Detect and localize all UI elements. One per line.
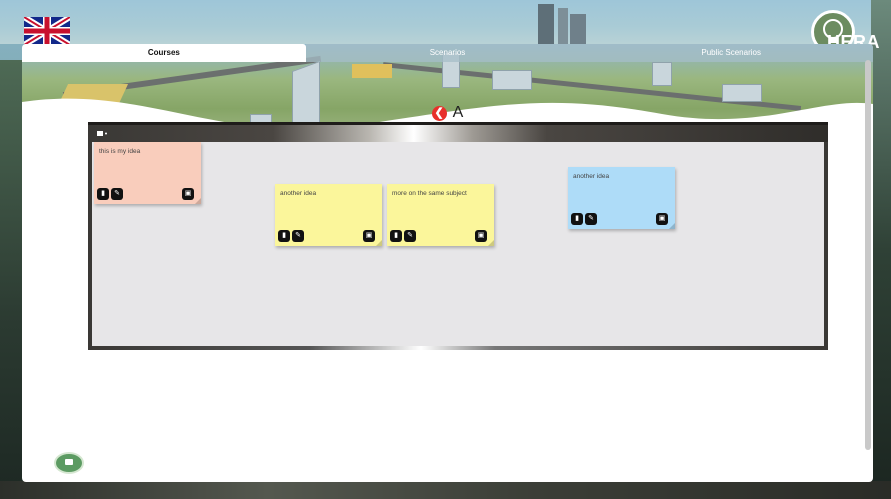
background-bottom — [0, 481, 891, 499]
background-tower — [570, 14, 586, 44]
uk-flag-icon[interactable] — [24, 17, 70, 45]
sticky-note[interactable]: another idea ▮ ✎ ▣ — [568, 167, 675, 229]
note-text: more on the same subject — [392, 190, 467, 197]
background-tower — [538, 4, 554, 44]
title-row: ❮ A — [22, 102, 873, 124]
background-right — [871, 0, 891, 499]
background-tower — [558, 8, 568, 44]
background-sky — [0, 0, 891, 44]
idea-board: this is my idea ▮ ✎ ▣ another idea ▮ ✎ ▣… — [88, 122, 828, 350]
tab-bar: Courses Scenarios Public Scenarios — [22, 44, 873, 62]
sticky-note[interactable]: more on the same subject ▮ ✎ ▣ — [387, 184, 494, 246]
delete-icon[interactable]: ▮ — [97, 188, 109, 200]
arrow-left-circle-icon[interactable]: ❮ — [431, 105, 447, 121]
delete-icon[interactable]: ▮ — [278, 230, 290, 242]
lock-icon[interactable]: ▣ — [475, 230, 487, 242]
tab-courses[interactable]: Courses — [22, 44, 306, 62]
edit-icon[interactable]: ✎ — [111, 188, 123, 200]
sticky-note[interactable]: another idea ▮ ✎ ▣ — [275, 184, 382, 246]
board-toolbar — [88, 122, 828, 142]
delete-icon[interactable]: ▮ — [390, 230, 402, 242]
lock-icon[interactable]: ▣ — [363, 230, 375, 242]
edit-icon[interactable]: ✎ — [292, 230, 304, 242]
note-text: another idea — [573, 173, 610, 180]
vertical-scrollbar[interactable] — [865, 60, 871, 450]
tab-scenarios[interactable]: Scenarios — [305, 44, 590, 62]
note-text: another idea — [280, 190, 317, 197]
delete-icon[interactable]: ▮ — [571, 213, 583, 225]
main-panel: Courses Scenarios Public Scenarios ❮ A t… — [22, 44, 873, 482]
background-left — [0, 60, 22, 499]
edit-icon[interactable]: ✎ — [404, 230, 416, 242]
chat-bubble-icon[interactable] — [54, 452, 84, 474]
edit-icon[interactable]: ✎ — [585, 213, 597, 225]
lock-icon[interactable]: ▣ — [182, 188, 194, 200]
page-title: A — [452, 104, 464, 121]
note-text: this is my idea — [99, 148, 141, 155]
lock-icon[interactable]: ▣ — [656, 213, 668, 225]
tab-public-scenarios[interactable]: Public Scenarios — [589, 44, 873, 62]
add-note-icon[interactable] — [97, 130, 109, 140]
sticky-note[interactable]: this is my idea ▮ ✎ ▣ — [94, 142, 201, 204]
